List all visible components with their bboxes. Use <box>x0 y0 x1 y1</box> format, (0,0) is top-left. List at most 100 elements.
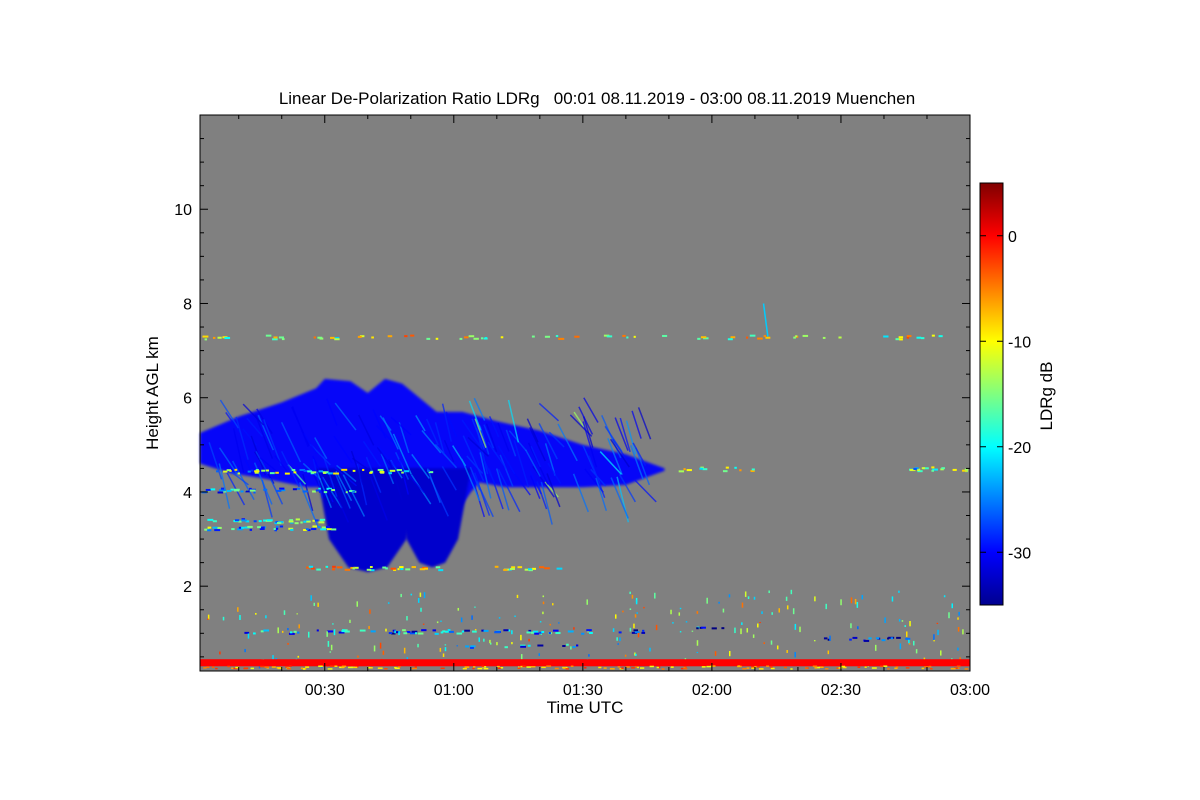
surface-speckle <box>206 666 210 669</box>
speckle <box>633 629 638 632</box>
near-surface-speckle <box>891 596 894 602</box>
near-surface-speckle <box>612 628 615 632</box>
near-surface-speckle <box>265 615 267 619</box>
speckle <box>370 630 376 633</box>
near-surface-speckle <box>854 598 857 605</box>
speckle <box>905 637 911 640</box>
speckle <box>574 335 580 338</box>
speckle <box>500 336 504 339</box>
speckle <box>300 521 303 524</box>
surface-speckle <box>626 666 630 668</box>
speckle <box>463 336 469 339</box>
speckle <box>898 336 904 339</box>
near-surface-speckle <box>516 594 519 598</box>
near-surface-speckle <box>884 617 886 624</box>
surface-speckle <box>790 668 793 670</box>
surface-speckle <box>814 667 818 669</box>
speckle <box>377 468 384 471</box>
speckle <box>567 630 574 633</box>
speckle <box>254 470 260 473</box>
speckle <box>327 472 333 475</box>
surface-speckle <box>554 667 559 670</box>
speckle <box>503 568 508 571</box>
surface-speckle <box>639 667 645 669</box>
near-surface-speckle <box>654 592 656 599</box>
near-surface-speckle <box>948 612 950 619</box>
speckle <box>662 334 668 337</box>
speckle <box>415 632 418 635</box>
speckle <box>531 335 535 338</box>
near-surface-speckle <box>898 618 901 622</box>
speckle <box>323 491 328 494</box>
speckle <box>699 467 704 470</box>
near-surface-speckle <box>951 603 953 609</box>
near-surface-speckle <box>287 642 289 645</box>
surface-speckle <box>215 667 218 670</box>
speckle <box>247 470 251 473</box>
speckle <box>234 468 238 471</box>
surface-speckle <box>497 665 500 668</box>
speckle <box>426 337 431 340</box>
colorbar-tick-label: 0 <box>1008 229 1017 246</box>
near-surface-speckle <box>420 607 422 612</box>
surface-speckle <box>930 668 933 670</box>
near-surface-speckle <box>771 612 773 615</box>
speckle <box>314 519 319 522</box>
near-surface-speckle <box>629 591 631 595</box>
near-surface-speckle <box>474 628 477 631</box>
speckle <box>207 526 212 529</box>
speckle <box>438 569 444 572</box>
near-surface-speckle <box>406 616 408 621</box>
speckle <box>359 629 366 632</box>
near-surface-speckle <box>330 644 333 651</box>
near-surface-speckle <box>417 598 420 603</box>
surface-speckle <box>598 666 602 669</box>
near-surface-speckle <box>734 627 736 634</box>
near-surface-speckle <box>444 647 447 652</box>
near-surface-speckle <box>874 644 877 651</box>
near-surface-speckle <box>332 623 334 625</box>
surface-speckle <box>334 665 338 668</box>
near-surface-speckle <box>936 622 939 624</box>
speckle <box>404 335 408 338</box>
speckle <box>527 644 531 647</box>
near-surface-speckle <box>244 648 246 653</box>
speckle <box>633 335 636 338</box>
speckle <box>572 645 576 648</box>
speckle <box>352 567 355 570</box>
near-surface-speckle <box>943 595 946 598</box>
near-surface-speckle <box>207 618 209 620</box>
surface-speckle <box>956 665 961 668</box>
near-surface-speckle <box>696 651 699 654</box>
speckle <box>327 630 334 633</box>
speckle <box>326 528 332 531</box>
surface-speckle <box>341 665 347 668</box>
near-surface-speckle <box>272 655 274 660</box>
speckle <box>449 630 454 633</box>
near-surface-speckle <box>679 607 682 610</box>
speckle <box>237 472 240 475</box>
near-surface-speckle <box>794 623 797 630</box>
speckle <box>265 469 270 472</box>
speckle <box>328 489 332 492</box>
speckle <box>276 522 282 525</box>
speckle <box>388 632 393 635</box>
speckle <box>344 568 351 571</box>
speckle <box>317 526 321 529</box>
x-tick-label: 03:00 <box>950 682 990 699</box>
speckle <box>263 488 268 491</box>
speckle <box>618 631 622 634</box>
speckle <box>366 568 372 571</box>
speckle <box>295 518 300 521</box>
near-surface-speckle <box>511 642 513 645</box>
near-surface-speckle <box>369 609 371 614</box>
near-surface-speckle <box>410 593 413 596</box>
speckle <box>296 487 301 490</box>
near-surface-speckle <box>746 628 749 633</box>
near-surface-speckle <box>740 628 742 635</box>
speckle <box>822 336 826 339</box>
speckle <box>548 632 551 635</box>
speckle <box>341 468 348 471</box>
speckle <box>411 566 416 569</box>
speckle <box>642 629 645 632</box>
